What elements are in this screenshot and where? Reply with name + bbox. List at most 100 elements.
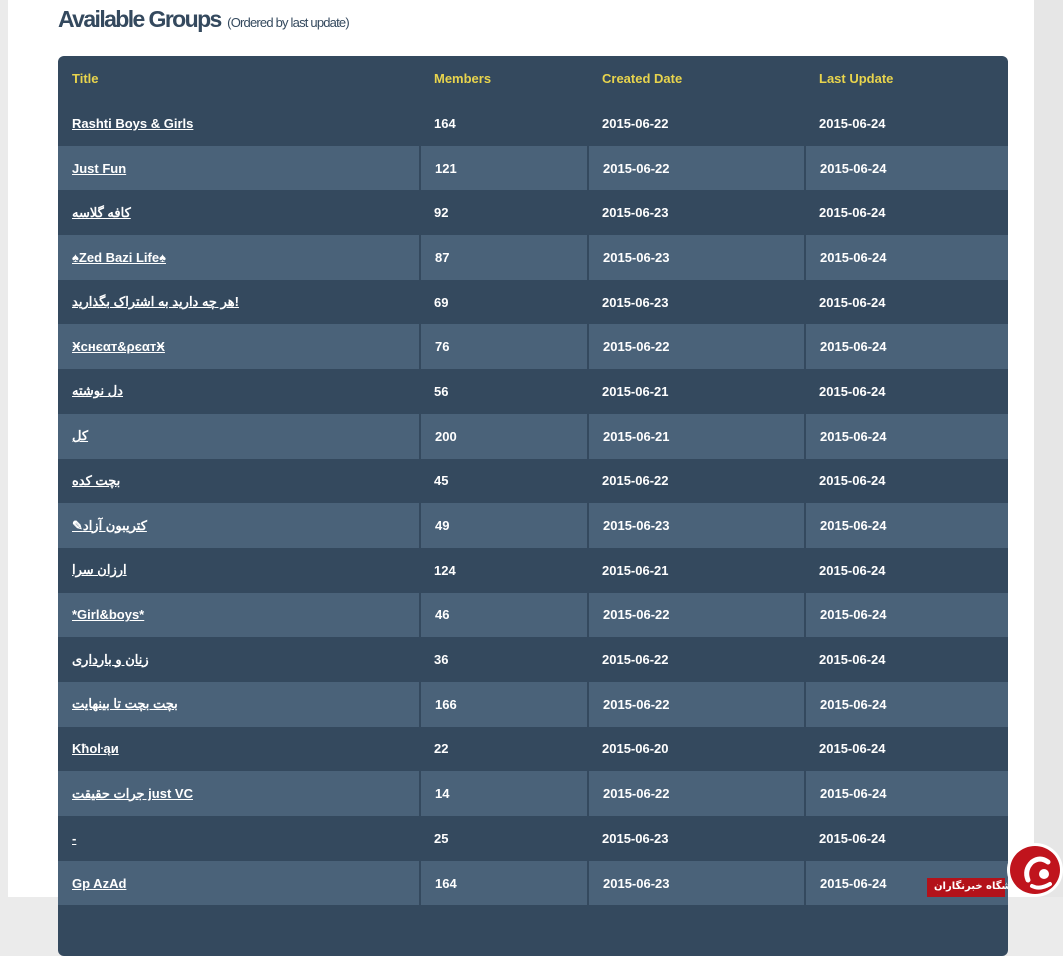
created-date-cell: 2015-06-23 (588, 860, 806, 906)
group-title-cell[interactable]: کافه گلاسه (58, 190, 420, 236)
members-cell: 46 (420, 592, 589, 638)
created-date-cell: 2015-06-22 (588, 145, 806, 191)
members-cell: 14 (420, 771, 589, 816)
table-row: Kћoŀąи 22 2015-06-20 2015-06-24 (58, 726, 1008, 772)
created-date-cell: 2015-06-23 (588, 279, 805, 325)
last-update-cell: 2015-06-24 (805, 458, 1008, 504)
members-cell: 56 (420, 369, 588, 414)
group-title-link[interactable]: Kћoŀąи (72, 741, 119, 756)
group-title-cell[interactable]: Gp AzAd (58, 860, 421, 906)
group-title-link[interactable]: Just Fun (72, 161, 126, 176)
table-body: Rashti Boys & Girls 164 2015-06-22 2015-06-… (58, 101, 1008, 906)
right-gutter (1034, 0, 1063, 897)
group-title-link[interactable]: ارزان سرا (72, 562, 127, 577)
last-update-cell: 2015-06-24 (805, 547, 1008, 593)
table-row: کل 200 2015-06-21 2015-06-24 (58, 413, 1008, 459)
last-update-cell: 2015-06-24 (805, 816, 1008, 861)
members-cell: 49 (420, 503, 589, 548)
last-update-cell: 2015-06-24 (805, 726, 1008, 772)
group-title-cell[interactable]: هر چه دارید به اشتراک بگذارید! (58, 279, 420, 325)
created-date-cell: 2015-06-23 (588, 816, 805, 861)
group-title-cell[interactable]: جرات حقیقت just VC (58, 771, 421, 816)
group-title-cell[interactable]: دل نوشته (58, 369, 420, 414)
last-update-cell: 2015-06-24 (805, 503, 1008, 548)
group-title-link[interactable]: *Girl&boys* (72, 607, 144, 622)
last-update-cell: 2015-06-24 (805, 637, 1008, 682)
table-row: کافه گلاسه 92 2015-06-23 2015-06-24 (58, 190, 1008, 236)
group-title-cell[interactable]: *Girl&boys* (58, 592, 421, 638)
group-title-cell[interactable]: زنان و بارداری (58, 637, 420, 682)
created-date-cell: 2015-06-22 (588, 681, 806, 727)
group-title-link[interactable]: بچت کده (72, 473, 120, 488)
page-title: Available Groups (Ordered by last update… (58, 6, 350, 33)
table-row: ارزان سرا 124 2015-06-21 2015-06-24 (58, 547, 1008, 593)
created-date-cell: 2015-06-22 (588, 771, 806, 816)
members-cell: 166 (420, 681, 589, 727)
table-row: Gp AzAd 164 2015-06-23 2015-06-24 (58, 860, 1008, 906)
group-title-link[interactable]: Rashti Boys & Girls (72, 116, 193, 131)
table-row: ✎کتریبون آزاد 49 2015-06-23 2015-06-24 (58, 503, 1008, 548)
last-update-cell: 2015-06-24 (805, 145, 1008, 191)
members-cell: 121 (420, 145, 589, 191)
group-title-cell[interactable]: - (58, 816, 420, 861)
group-title-cell[interactable]: بچت کده (58, 458, 420, 504)
created-date-cell: 2015-06-23 (588, 190, 805, 236)
created-date-cell: 2015-06-23 (588, 235, 806, 280)
created-date-cell: 2015-06-20 (588, 726, 805, 772)
last-update-cell: 2015-06-24 (805, 190, 1008, 236)
table-header-row: Title Members Created Date Last Update (58, 56, 1008, 101)
table-row: زنان و بارداری 36 2015-06-22 2015-06-24 (58, 637, 1008, 682)
members-cell: 124 (420, 547, 588, 593)
last-update-cell: 2015-06-24 (805, 413, 1008, 459)
last-update-cell: 2015-06-24 (805, 681, 1008, 727)
group-title-cell[interactable]: ✎کتریبون آزاد (58, 503, 421, 548)
group-title-link[interactable]: ✎کتریبون آزاد (72, 518, 147, 533)
group-title-cell[interactable]: Ӿcнєαт&ρєαтӾ (58, 324, 421, 370)
group-title-link[interactable]: زنان و بارداری (72, 652, 149, 667)
table-row: جرات حقیقت just VC 14 2015-06-22 2015-06-24 (58, 771, 1008, 816)
last-update-cell: 2015-06-24 (805, 101, 1008, 146)
table-row: بچت بچت تا بینهایت 166 2015-06-22 2015-06-2… (58, 681, 1008, 727)
group-title-link[interactable]: دل نوشته (72, 383, 123, 398)
table-row: بچت کده 45 2015-06-22 2015-06-24 (58, 458, 1008, 504)
table-row: *Girl&boys* 46 2015-06-22 2015-06-24 (58, 592, 1008, 638)
group-title-link[interactable]: جرات حقیقت just VC (72, 786, 193, 801)
group-title-link[interactable]: بچت بچت تا بینهایت (72, 696, 178, 711)
group-title-cell[interactable]: Rashti Boys & Girls (58, 101, 420, 146)
table-row: Ӿcнєαт&ρєαтӾ 76 2015-06-22 2015-06-24 (58, 324, 1008, 370)
group-title-link[interactable]: - (72, 831, 76, 846)
members-cell: 164 (420, 101, 588, 146)
members-cell: 87 (420, 235, 589, 280)
group-title-link[interactable]: کل (72, 428, 88, 443)
members-cell: 45 (420, 458, 588, 504)
groups-table: Title Members Created Date Last Update R… (58, 56, 1008, 906)
group-title-cell[interactable]: ارزان سرا (58, 547, 420, 593)
group-title-cell[interactable]: بچت بچت تا بینهایت (58, 681, 421, 727)
group-title-cell[interactable]: Just Fun (58, 145, 421, 191)
groups-table-container: Title Members Created Date Last Update R… (58, 56, 1008, 956)
page-title-text: Available Groups (58, 6, 222, 32)
group-title-cell[interactable]: کل (58, 413, 421, 459)
group-title-cell[interactable]: ♠Zed Bazi Life♠ (58, 235, 421, 280)
table-row: Just Fun 121 2015-06-22 2015-06-24 (58, 145, 1008, 191)
group-title-link[interactable]: هر چه دارید به اشتراک بگذارید! (72, 294, 239, 309)
last-update-cell: 2015-06-24 (805, 771, 1008, 816)
members-cell: 25 (420, 816, 588, 861)
group-title-cell[interactable]: Kћoŀąи (58, 726, 420, 772)
last-update-cell: 2015-06-24 (805, 279, 1008, 325)
members-cell: 22 (420, 726, 588, 772)
members-cell: 69 (420, 279, 588, 325)
group-title-link[interactable]: ♠Zed Bazi Life♠ (72, 250, 166, 265)
created-date-cell: 2015-06-22 (588, 101, 805, 146)
group-title-link[interactable]: Ӿcнєαт&ρєαтӾ (72, 339, 165, 354)
group-title-link[interactable]: کافه گلاسه (72, 205, 131, 220)
group-title-link[interactable]: Gp AzAd (72, 876, 126, 891)
created-date-cell: 2015-06-21 (588, 369, 805, 414)
last-update-cell: 2015-06-24 (805, 324, 1008, 370)
column-header-created-date: Created Date (602, 71, 683, 86)
last-update-cell: 2015-06-24 (805, 592, 1008, 638)
table-row: ♠Zed Bazi Life♠ 87 2015-06-23 2015-06-24 (58, 235, 1008, 280)
members-cell: 200 (420, 413, 589, 459)
table-row: هر چه دارید به اشتراک بگذارید! 69 2015-06-… (58, 279, 1008, 325)
members-cell: 92 (420, 190, 588, 236)
